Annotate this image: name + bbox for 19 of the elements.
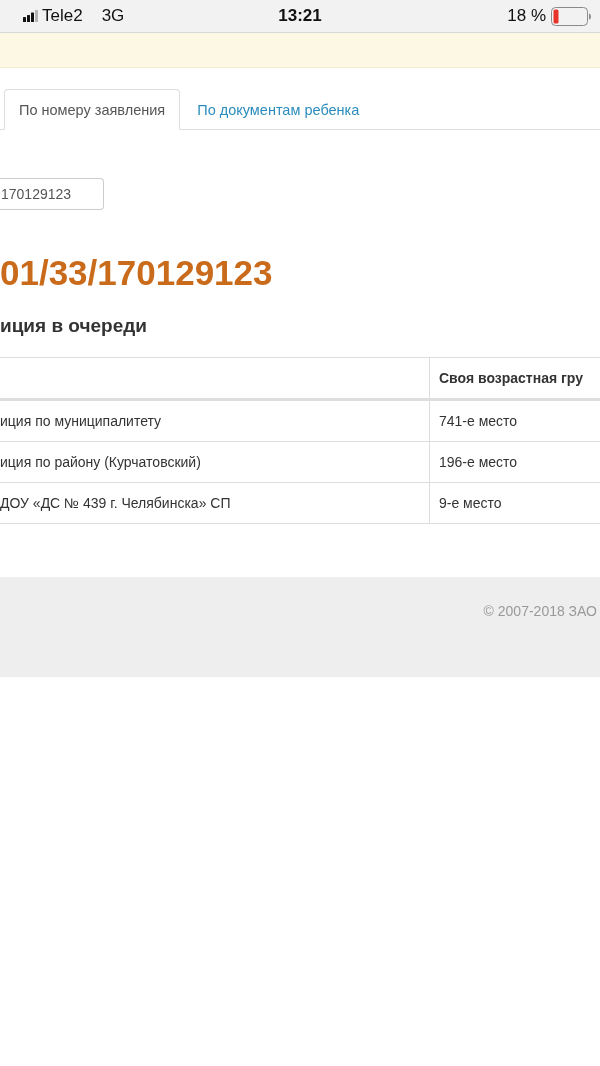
carrier-name: Tele2 xyxy=(42,6,83,26)
table-cell: иция по району (Курчатовский) xyxy=(0,454,201,470)
table-cell: ДОУ «ДС № 439 г. Челябинска» СП xyxy=(0,495,231,511)
column-header: Своя возрастная гру xyxy=(429,358,600,398)
table-cell: иция по муниципалитету xyxy=(0,413,162,429)
battery-percentage: 18 % xyxy=(507,6,546,26)
copyright-text: © 2007-2018 ЗАО xyxy=(483,602,597,620)
search-field[interactable]: 170129123 xyxy=(0,178,104,210)
section-heading: иция в очереди xyxy=(0,314,148,338)
tab[interactable]: По номеру заявления xyxy=(4,89,181,130)
table-cell: 9-е место xyxy=(439,495,502,511)
network-type: 3G xyxy=(101,6,125,26)
application-number: 01/33/170129123 xyxy=(0,253,274,293)
battery-icon xyxy=(551,6,591,26)
signal-icon xyxy=(23,10,38,22)
clock-time: 13:21 xyxy=(278,6,322,26)
table-cell: 741-е место xyxy=(439,413,518,429)
tab[interactable]: По документам ребенка xyxy=(182,89,375,130)
table-cell: 196-е место xyxy=(439,454,518,470)
